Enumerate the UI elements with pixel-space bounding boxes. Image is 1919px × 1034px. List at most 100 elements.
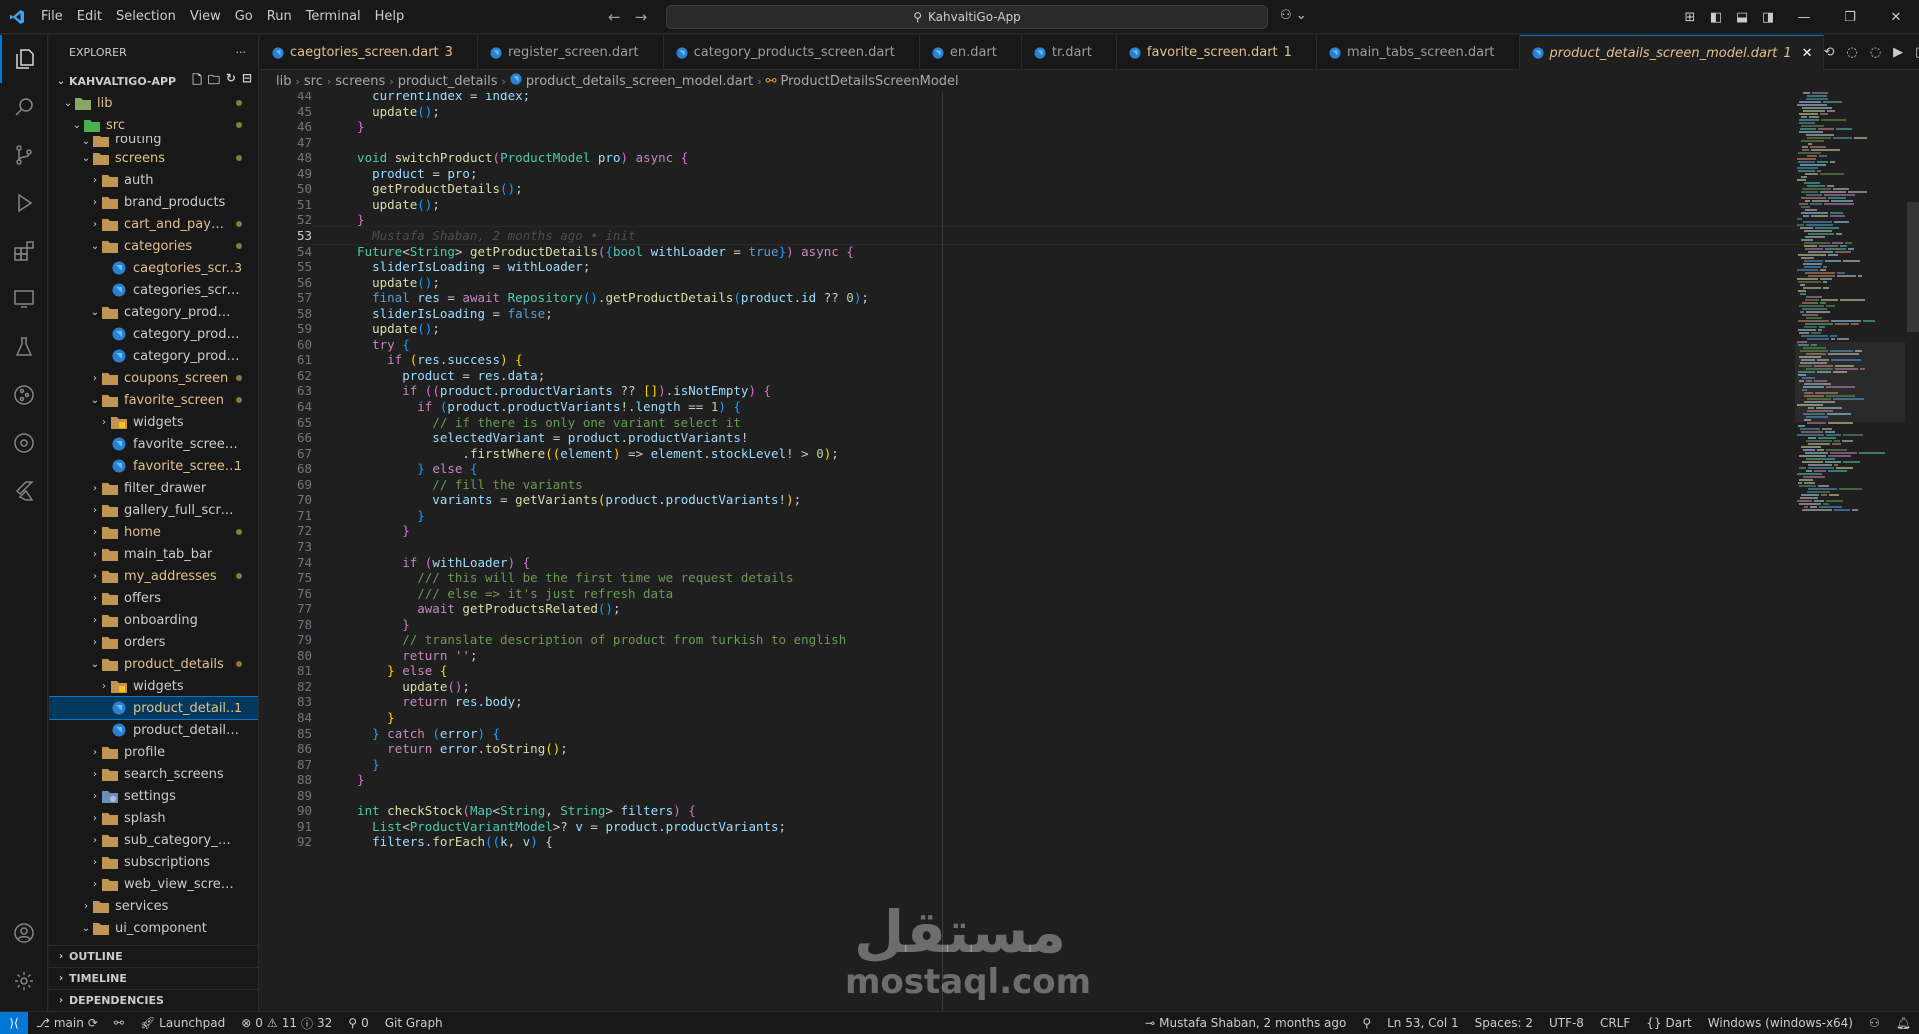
close-window-button[interactable]: ✕	[1873, 10, 1919, 25]
toggle-secondary-sidebar-icon[interactable]: ◨	[1755, 10, 1781, 25]
platform-indicator[interactable]: Windows (windows-x64)	[1700, 1016, 1861, 1030]
tree-item-categories-screen[interactable]: categories_screen_...	[49, 279, 258, 301]
tree-item-widgets[interactable]: › widgets	[49, 411, 258, 433]
breadcrumb-item[interactable]: src	[304, 74, 323, 89]
minimize-button[interactable]: —	[1781, 10, 1827, 25]
tree-item-category-products[interactable]: category_products_...	[49, 323, 258, 345]
tree-item-screens[interactable]: ⌄ screens	[49, 147, 258, 169]
tree-item-favorite-screen-mo[interactable]: favorite_screen_mo...	[49, 433, 258, 455]
tab-product-details-screen-model[interactable]: product_details_screen_model.dart 1 ✕	[1519, 35, 1824, 70]
toggle-sidebar-icon[interactable]: ◧	[1703, 10, 1729, 25]
restore-button[interactable]: ❐	[1827, 10, 1873, 25]
remote-indicator[interactable]: ⟩⟨	[0, 1011, 28, 1034]
tree-item-favorite-screen[interactable]: ⌄ favorite_screen	[49, 389, 258, 411]
search-icon[interactable]	[0, 83, 48, 131]
tree-item-src[interactable]: ⌄ src	[49, 114, 258, 136]
tree-item-subscriptions[interactable]: › subscriptions	[49, 851, 258, 873]
menu-item-run[interactable]: Run	[260, 0, 299, 34]
line-ending[interactable]: CRLF	[1592, 1016, 1638, 1030]
tree-item-routing[interactable]: ⌄ routing	[49, 136, 258, 147]
tree-item-web-view-screen[interactable]: › web_view_screen	[49, 873, 258, 895]
breadcrumb-item[interactable]: lib	[276, 74, 291, 89]
tab-register-screen[interactable]: register_screen.dart	[478, 35, 664, 70]
breadcrumb-item[interactable]: ProductDetailsScreenModel	[781, 74, 959, 89]
extensions-icon[interactable]	[0, 227, 48, 275]
testing-icon[interactable]	[0, 323, 48, 371]
open-changes-icon[interactable]: ⟲	[1824, 45, 1835, 60]
tree-item-services[interactable]: › services	[49, 895, 258, 917]
tree-item-brand-products[interactable]: › brand_products	[49, 191, 258, 213]
section-outline[interactable]: › OUTLINE	[49, 945, 258, 967]
more-actions-icon[interactable]: ···	[236, 46, 247, 59]
tree-item-offers[interactable]: › offers	[49, 587, 258, 609]
customize-layout-icon[interactable]: ⊞	[1677, 10, 1703, 25]
run-icon[interactable]: ▶	[1893, 45, 1903, 60]
tree-item-filter-drawer[interactable]: › filter_drawer	[49, 477, 258, 499]
tree-item-product-details-scr[interactable]: product_details_scr...	[49, 719, 258, 741]
publish-icon[interactable]: ⚯	[106, 1016, 132, 1030]
tree-item-home[interactable]: › home	[49, 521, 258, 543]
tree-item-gallery-full-screen[interactable]: › gallery_full_screen	[49, 499, 258, 521]
tree-item-sub-category-screen[interactable]: › sub_category_screen	[49, 829, 258, 851]
indentation[interactable]: Spaces: 2	[1467, 1016, 1541, 1030]
notifications-bell-icon[interactable]: 🔔︎	[1888, 1016, 1919, 1030]
branch-indicator[interactable]: ⎇ main ⟳	[28, 1016, 106, 1030]
tree-item-category-products[interactable]: category_products_...	[49, 345, 258, 367]
previous-change-icon[interactable]: ◌	[1846, 45, 1857, 60]
menu-item-view[interactable]: View	[183, 0, 228, 34]
menu-item-edit[interactable]: Edit	[70, 0, 109, 34]
menu-item-file[interactable]: File	[34, 0, 70, 34]
tree-item-search-screens[interactable]: › search_screens	[49, 763, 258, 785]
menu-item-go[interactable]: Go	[228, 0, 260, 34]
sync-icon[interactable]: ⟳	[88, 1016, 98, 1030]
tree-item-lib[interactable]: ⌄ lib	[49, 92, 258, 114]
project-root[interactable]: ⌄ KAHVALTIGO-APP 🗋 🗀 ↻ ⊟	[49, 70, 258, 92]
new-file-icon[interactable]: 🗋	[192, 71, 202, 92]
breadcrumb-item[interactable]: screens	[335, 74, 385, 89]
explorer-icon[interactable]	[0, 35, 48, 83]
collapse-all-icon[interactable]: ⊟	[242, 71, 252, 92]
copilot-icon[interactable]: ⚇ ⌄	[1280, 8, 1307, 23]
accounts-icon[interactable]	[0, 909, 48, 957]
forward-arrow-icon[interactable]: →	[635, 8, 648, 26]
ports-indicator[interactable]: ⚲ 0	[340, 1016, 376, 1030]
tree-item-category-products[interactable]: ⌄ category_products	[49, 301, 258, 323]
menu-item-help[interactable]: Help	[368, 0, 412, 34]
menu-item-terminal[interactable]: Terminal	[299, 0, 368, 34]
breadcrumb-item[interactable]: product_details_screen_model.dart	[526, 74, 753, 89]
encoding[interactable]: UTF-8	[1541, 1016, 1592, 1030]
cursor-position[interactable]: Ln 53, Col 1	[1379, 1016, 1467, 1030]
blame-indicator[interactable]: ⊸ Mustafa Shaban, 2 months ago	[1137, 1016, 1354, 1030]
refresh-icon[interactable]: ↻	[226, 71, 236, 92]
close-tab-icon[interactable]: ✕	[1802, 46, 1813, 61]
tab-en[interactable]: en.dart	[920, 35, 1022, 70]
back-arrow-icon[interactable]: ←	[608, 8, 621, 26]
git-lens-icon[interactable]	[0, 371, 48, 419]
source-control-icon[interactable]	[0, 131, 48, 179]
tab-favorite-screen[interactable]: favorite_screen.dart 1	[1117, 35, 1317, 70]
split-editor-icon[interactable]: ◫	[1915, 45, 1919, 60]
tree-item-onboarding[interactable]: › onboarding	[49, 609, 258, 631]
tree-item-splash[interactable]: › splash	[49, 807, 258, 829]
tab-category-products-screen[interactable]: category_products_screen.dart	[664, 35, 920, 70]
section-timeline[interactable]: › TIMELINE	[49, 967, 258, 989]
manage-gear-icon[interactable]	[0, 957, 48, 1005]
remote-explorer-icon[interactable]	[0, 275, 48, 323]
language-mode[interactable]: {} Dart	[1638, 1016, 1700, 1030]
tree-item-my-addresses[interactable]: › my_addresses	[49, 565, 258, 587]
tree-item-favorite-screen[interactable]: favorite_screen... 1	[49, 455, 258, 477]
command-center-search[interactable]: ⚲ KahvaltiGo-App	[666, 5, 1268, 29]
tree-item-cart-and-paym[interactable]: › cart_and_paym...	[49, 213, 258, 235]
tab-caegtories-screen[interactable]: caegtories_screen.dart 3	[260, 35, 478, 70]
tree-item-coupons-screen[interactable]: › coupons_screen	[49, 367, 258, 389]
tree-item-auth[interactable]: › auth	[49, 169, 258, 191]
tab-tr[interactable]: tr.dart	[1022, 35, 1117, 70]
vertical-scrollbar[interactable]	[1907, 202, 1919, 332]
launchpad-indicator[interactable]: 🚀︎ Launchpad	[132, 1016, 233, 1030]
tree-item-ui-component[interactable]: ⌄ ui_component	[49, 917, 258, 939]
menu-item-selection[interactable]: Selection	[109, 0, 183, 34]
copilot-status-icon[interactable]: ⚇	[1861, 1016, 1888, 1030]
tree-item-orders[interactable]: › orders	[49, 631, 258, 653]
git-graph-icon[interactable]	[0, 419, 48, 467]
toggle-panel-icon[interactable]: ⬓	[1729, 10, 1755, 25]
